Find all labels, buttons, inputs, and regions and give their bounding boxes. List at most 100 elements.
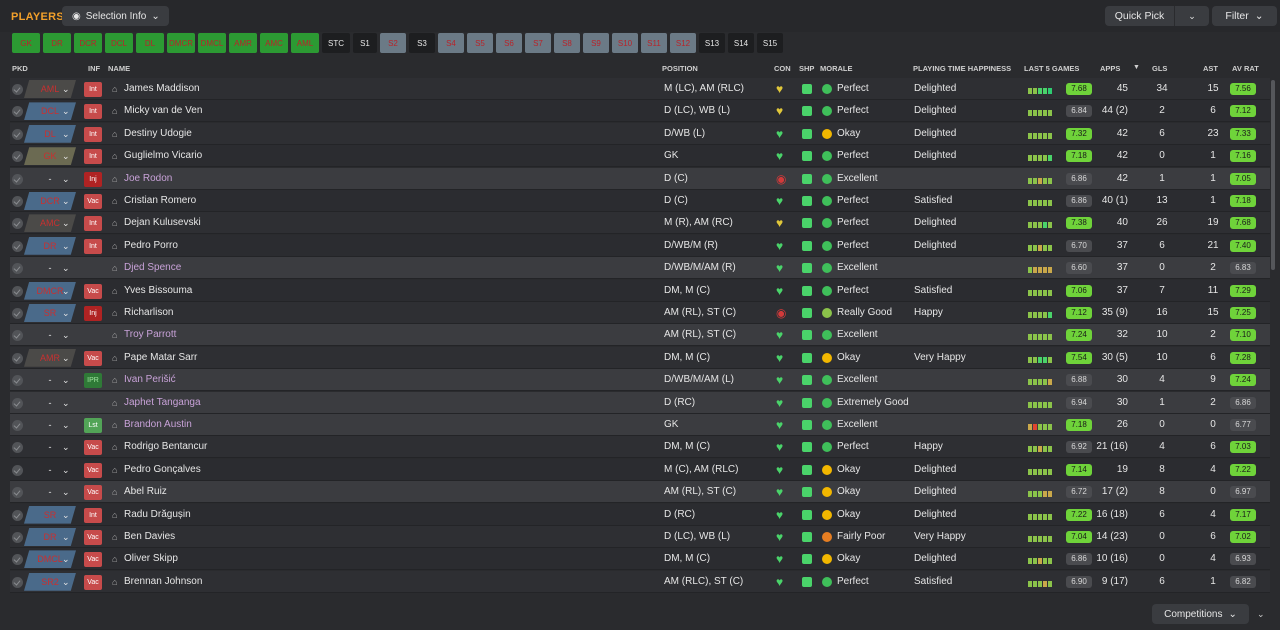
- pick-checkbox[interactable]: [12, 487, 23, 499]
- col-morale[interactable]: MORALE: [820, 64, 853, 73]
- scrollbar[interactable]: [1271, 80, 1275, 270]
- col-ast[interactable]: AST: [1203, 64, 1218, 73]
- player-name[interactable]: Pedro Gonçalves: [124, 459, 201, 481]
- chevron-down-icon[interactable]: ⌄: [62, 459, 70, 481]
- col-position[interactable]: POSITION: [662, 64, 698, 73]
- pick-checkbox[interactable]: [12, 442, 23, 454]
- position-button-s5[interactable]: S5: [467, 33, 493, 53]
- chevron-down-icon[interactable]: ⌄: [1257, 609, 1265, 620]
- table-row[interactable]: DCL ⌄ Int ⌂ Micky van de Ven D (LC), WB (L) ♥ P…: [10, 100, 1270, 123]
- player-name[interactable]: Rodrigo Bentancur: [124, 436, 207, 458]
- position-button-dr[interactable]: DR: [43, 33, 71, 53]
- position-button-s4[interactable]: S4: [438, 33, 464, 53]
- pick-checkbox[interactable]: [12, 532, 23, 543]
- table-row[interactable]: AMC ⌄ Int ⌂ Dejan Kulusevski M (R), AM (RC) ♥ P…: [10, 212, 1270, 235]
- position-button-dl[interactable]: DL: [136, 33, 164, 53]
- pick-checkbox[interactable]: [12, 352, 23, 364]
- table-row[interactable]: DL ⌄ Int ⌂ Destiny Udogie D/WB (L) ♥ Okay Deligh…: [10, 122, 1270, 145]
- position-button-s13[interactable]: S13: [699, 33, 725, 53]
- player-name[interactable]: Troy Parrott: [124, 324, 176, 346]
- position-button-gk[interactable]: GK: [12, 33, 40, 53]
- pick-checkbox[interactable]: [12, 196, 23, 207]
- position-button-s12[interactable]: S12: [670, 33, 696, 53]
- chevron-down-icon[interactable]: ⌄: [62, 100, 70, 122]
- table-row[interactable]: DCR ⌄ Vac ⌂ Cristian Romero D (C) ♥ Perfect Sati…: [10, 190, 1270, 212]
- pick-checkbox[interactable]: [12, 554, 23, 566]
- table-row[interactable]: AML ⌄ Int ⌂ James Maddison M (LC), AM (RLC) ♥ P…: [10, 78, 1270, 100]
- quick-pick-button[interactable]: Quick Pick ⌄: [1105, 6, 1209, 26]
- table-row[interactable]: - ⌄ Inj ⌂ Joe Rodon D (C) ◉ Excellent 6.86 42 1 1 7.…: [10, 167, 1270, 190]
- col-last5[interactable]: LAST 5 GAMES: [1024, 64, 1079, 73]
- chevron-down-icon[interactable]: ⌄: [62, 436, 70, 458]
- player-name[interactable]: Radu Drăgușin: [124, 504, 191, 526]
- chevron-down-icon[interactable]: ⌄: [62, 78, 70, 100]
- table-row[interactable]: DR ⌄ Vac ⌂ Ben Davies D (LC), WB (L) ♥ Fairly P…: [10, 526, 1270, 548]
- position-button-s2[interactable]: S2: [380, 33, 406, 53]
- pick-checkbox[interactable]: [12, 128, 23, 140]
- pick-checkbox[interactable]: [12, 330, 23, 342]
- pick-checkbox[interactable]: [12, 218, 23, 230]
- chevron-down-icon[interactable]: ⌄: [62, 257, 70, 279]
- col-inf[interactable]: INF: [88, 64, 100, 73]
- player-name[interactable]: Dejan Kulusevski: [124, 212, 201, 234]
- chevron-down-icon[interactable]: ⌄: [62, 235, 70, 257]
- pick-checkbox[interactable]: [12, 285, 23, 297]
- player-name[interactable]: Destiny Udogie: [124, 123, 192, 145]
- player-name[interactable]: Ivan Perišić: [124, 369, 176, 391]
- pick-checkbox[interactable]: [12, 84, 23, 95]
- position-button-s1[interactable]: S1: [353, 33, 377, 53]
- table-row[interactable]: - ⌄ ⌂ Troy Parrott AM (RL), ST (C) ♥ Excellent…: [10, 324, 1270, 347]
- chevron-down-icon[interactable]: ⌄: [62, 414, 70, 436]
- position-button-s11[interactable]: S11: [641, 33, 667, 53]
- chevron-down-icon[interactable]: ⌄: [62, 212, 70, 234]
- player-name[interactable]: Pape Matar Sarr: [124, 347, 197, 369]
- player-name[interactable]: Joe Rodon: [124, 168, 172, 190]
- position-button-s8[interactable]: S8: [554, 33, 580, 53]
- table-row[interactable]: DR ⌄ Int ⌂ Pedro Porro D/WB/M (R) ♥ Perfect Deli…: [10, 234, 1270, 257]
- chevron-down-icon[interactable]: ⌄: [62, 504, 70, 526]
- table-row[interactable]: - ⌄ Vac ⌂ Pedro Gonçalves M (C), AM (RLC) ♥ Oka…: [10, 458, 1270, 481]
- position-button-s6[interactable]: S6: [496, 33, 522, 53]
- chevron-down-icon[interactable]: ⌄: [62, 280, 70, 302]
- pick-checkbox[interactable]: [12, 464, 23, 476]
- pick-checkbox[interactable]: [12, 308, 23, 319]
- player-name[interactable]: Djed Spence: [124, 257, 181, 279]
- position-button-s14[interactable]: S14: [728, 33, 754, 53]
- pick-checkbox[interactable]: [12, 151, 23, 163]
- table-row[interactable]: - ⌄ Vac ⌂ Rodrigo Bentancur DM, M (C) ♥ Perfect…: [10, 436, 1270, 459]
- chevron-down-icon[interactable]: ⌄: [62, 548, 70, 570]
- col-name[interactable]: NAME: [108, 64, 130, 73]
- col-gls[interactable]: GLS: [1152, 64, 1167, 73]
- table-row[interactable]: - ⌄ ⌂ Japhet Tanganga D (RC) ♥ Extremely Good 6…: [10, 391, 1270, 414]
- col-pkd[interactable]: PKD: [12, 64, 28, 73]
- table-row[interactable]: - ⌄ IPR ⌂ Ivan Perišić D/WB/M/AM (L) ♥ Excellen…: [10, 369, 1270, 392]
- chevron-down-icon[interactable]: ⌄: [62, 347, 70, 369]
- table-row[interactable]: SR ⌄ Inj ⌂ Richarlison AM (RL), ST (C) ◉ Really…: [10, 302, 1270, 324]
- competitions-button[interactable]: Competitions ⌄: [1152, 604, 1249, 624]
- position-button-dmcr[interactable]: DMCR: [167, 33, 195, 53]
- player-name[interactable]: Japhet Tanganga: [124, 392, 201, 414]
- chevron-down-icon[interactable]: ⌄: [62, 526, 70, 548]
- position-button-amc[interactable]: AMC: [260, 33, 288, 53]
- table-row[interactable]: GK ⌄ Int ⌂ Guglielmo Vicario GK ♥ Perfect Deligh…: [10, 145, 1270, 168]
- player-name[interactable]: Abel Ruiz: [124, 481, 167, 503]
- player-name[interactable]: Yves Bissouma: [124, 280, 192, 302]
- pick-checkbox[interactable]: [12, 263, 23, 275]
- pick-checkbox[interactable]: [12, 576, 23, 588]
- chevron-down-icon[interactable]: ⌄: [62, 571, 70, 593]
- position-button-s7[interactable]: S7: [525, 33, 551, 53]
- position-button-amr[interactable]: AMR: [229, 33, 257, 53]
- pick-checkbox[interactable]: [12, 420, 23, 431]
- table-row[interactable]: - ⌄ Lst ⌂ Brandon Austin GK ♥ Excellent 7.18 26 0 0…: [10, 414, 1270, 436]
- player-name[interactable]: Brennan Johnson: [124, 571, 202, 593]
- pick-checkbox[interactable]: [12, 509, 23, 521]
- player-name[interactable]: Brandon Austin: [124, 414, 192, 436]
- position-button-s9[interactable]: S9: [583, 33, 609, 53]
- chevron-down-icon[interactable]: ⌄: [62, 302, 70, 324]
- position-button-s3[interactable]: S3: [409, 33, 435, 53]
- player-name[interactable]: Cristian Romero: [124, 190, 196, 212]
- chevron-down-icon[interactable]: ⌄: [62, 190, 70, 212]
- selection-info-button[interactable]: ◉ Selection Info ⌄: [62, 6, 169, 26]
- chevron-down-icon[interactable]: ⌄: [62, 123, 70, 145]
- col-shp[interactable]: SHP: [799, 64, 814, 73]
